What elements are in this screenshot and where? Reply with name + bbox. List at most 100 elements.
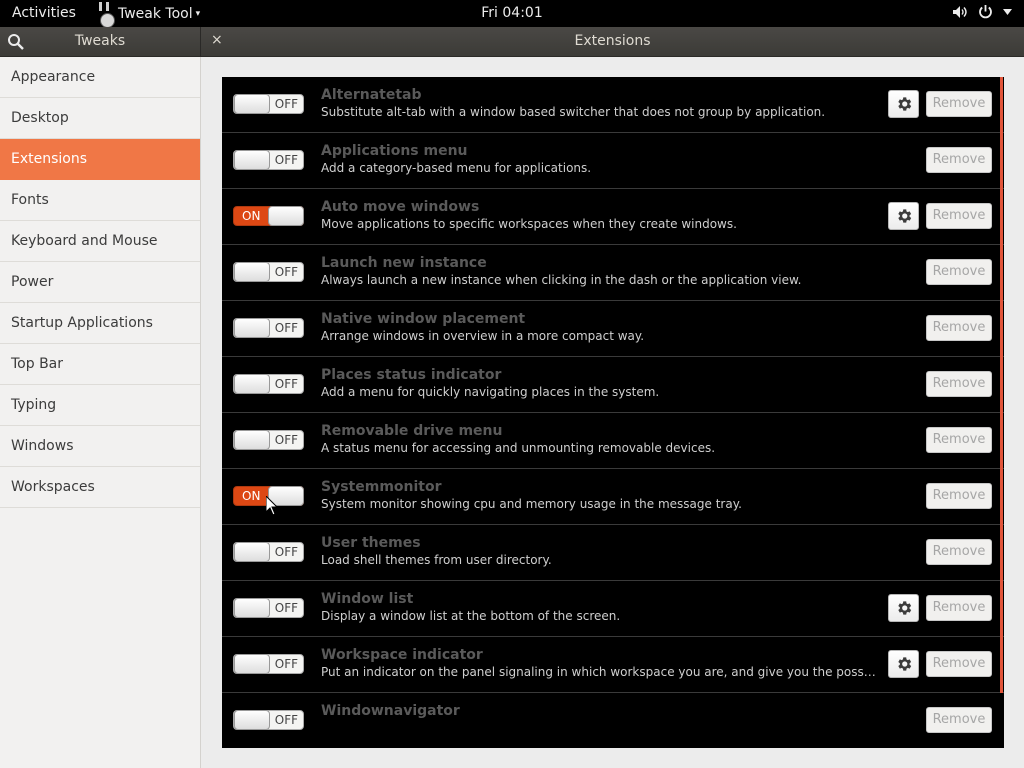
- remove-extension-button[interactable]: Remove: [926, 651, 992, 677]
- gear-icon: [895, 655, 913, 673]
- extension-description: Move applications to specific workspaces…: [321, 217, 737, 231]
- extension-description: Add a category-based menu for applicatio…: [321, 161, 592, 175]
- extension-settings-button[interactable]: [888, 594, 919, 622]
- switch-knob[interactable]: [234, 598, 270, 618]
- switch-knob[interactable]: [268, 206, 304, 226]
- volume-icon[interactable]: [952, 5, 968, 19]
- extension-description: Display a window list at the bottom of t…: [321, 609, 621, 623]
- switch-state-label: OFF: [274, 377, 298, 391]
- remove-extension-button[interactable]: Remove: [926, 427, 992, 453]
- remove-extension-button[interactable]: Remove: [926, 707, 992, 733]
- switch-knob[interactable]: [234, 374, 270, 394]
- extension-row: ON Auto move windows Move applications to …: [222, 189, 1004, 245]
- sidebar-item-top-bar[interactable]: Top Bar: [0, 344, 200, 385]
- switch-knob[interactable]: [234, 94, 270, 114]
- gear-icon: [895, 207, 913, 225]
- remove-extension-button[interactable]: Remove: [926, 147, 992, 173]
- extension-name: Removable drive menu: [321, 423, 503, 439]
- search-icon[interactable]: [7, 33, 25, 51]
- extension-description: Add a menu for quickly navigating places…: [321, 385, 660, 399]
- remove-extension-button[interactable]: Remove: [926, 539, 992, 565]
- extension-settings-button[interactable]: [888, 650, 919, 678]
- sidebar-item-power[interactable]: Power: [0, 262, 200, 303]
- sidebar-item-extensions[interactable]: Extensions: [0, 139, 200, 180]
- extension-row: OFF Windownavigator Remove: [222, 693, 1004, 748]
- extension-name: Places status indicator: [321, 367, 502, 383]
- clock[interactable]: Fri 04:01: [481, 5, 542, 21]
- extension-toggle-switch[interactable]: OFF: [233, 318, 304, 338]
- sidebar-item-appearance[interactable]: Appearance: [0, 57, 200, 98]
- extension-description: Put an indicator on the panel signaling …: [321, 665, 876, 679]
- extension-name: Native window placement: [321, 311, 526, 327]
- gnome-top-bar: Activities Tweak Tool ▾ Fri 04:01: [0, 0, 1024, 28]
- extension-name: Applications menu: [321, 143, 468, 159]
- extension-toggle-switch[interactable]: OFF: [233, 262, 304, 282]
- switch-knob[interactable]: [234, 430, 270, 450]
- sidebar-header: Tweaks: [0, 27, 200, 56]
- tweak-tool-app-icon: [96, 0, 124, 28]
- extension-toggle-switch[interactable]: OFF: [233, 430, 304, 450]
- gear-icon: [895, 95, 913, 113]
- extension-settings-button[interactable]: [888, 90, 919, 118]
- extension-toggle-switch[interactable]: OFF: [233, 150, 304, 170]
- extension-row: OFF Window list Display a window list at t…: [222, 581, 1004, 637]
- app-menu-arrow-icon: ▾: [195, 8, 201, 19]
- extension-toggle-switch[interactable]: OFF: [233, 542, 304, 562]
- sidebar-item-startup-applications[interactable]: Startup Applications: [0, 303, 200, 344]
- extension-row: OFF Native window placement Arrange window…: [222, 301, 1004, 357]
- remove-extension-button[interactable]: Remove: [926, 91, 992, 117]
- gear-icon: [895, 599, 913, 617]
- remove-extension-button[interactable]: Remove: [926, 483, 992, 509]
- extension-row: OFF Removable drive menu A status menu for…: [222, 413, 1004, 469]
- sidebar-item-fonts[interactable]: Fonts: [0, 180, 200, 221]
- switch-knob[interactable]: [234, 318, 270, 338]
- switch-knob[interactable]: [234, 150, 270, 170]
- extension-toggle-switch[interactable]: OFF: [233, 94, 304, 114]
- sidebar-title: Tweaks: [74, 33, 126, 49]
- switch-knob[interactable]: [234, 710, 270, 730]
- switch-state-label: OFF: [274, 97, 298, 111]
- extension-row: OFF User themes Load shell themes from use…: [222, 525, 1004, 581]
- extension-name: Windownavigator: [321, 703, 460, 719]
- app-menu[interactable]: Tweak Tool ▾: [96, 0, 201, 28]
- switch-knob[interactable]: [234, 654, 270, 674]
- extension-toggle-switch[interactable]: OFF: [233, 598, 304, 618]
- switch-state-label: OFF: [274, 153, 298, 167]
- extension-description: A status menu for accessing and unmounti…: [321, 441, 716, 455]
- extensions-list: OFF Alternatetab Substitute alt-tab with a…: [222, 77, 1004, 748]
- remove-extension-button[interactable]: Remove: [926, 595, 992, 621]
- extension-toggle-switch[interactable]: OFF: [233, 374, 304, 394]
- power-icon[interactable]: [978, 4, 993, 19]
- switch-knob[interactable]: [234, 542, 270, 562]
- sidebar-item-desktop[interactable]: Desktop: [0, 98, 200, 139]
- extension-toggle-switch[interactable]: ON: [233, 206, 304, 226]
- switch-knob[interactable]: [234, 262, 270, 282]
- system-tray[interactable]: [952, 4, 1012, 19]
- switch-knob[interactable]: [268, 486, 304, 506]
- sidebar-item-workspaces[interactable]: Workspaces: [0, 467, 200, 508]
- page-title: Extensions: [574, 33, 651, 49]
- app-menu-label: Tweak Tool: [118, 5, 193, 22]
- sidebar-item-typing[interactable]: Typing: [0, 385, 200, 426]
- chevron-down-icon[interactable]: [1003, 8, 1012, 15]
- switch-state-label: OFF: [274, 601, 298, 615]
- activities-button[interactable]: Activities: [12, 5, 76, 21]
- extension-row: OFF Launch new instance Always launch a ne…: [222, 245, 1004, 301]
- extension-description: Always launch a new instance when clicki…: [321, 273, 802, 287]
- remove-extension-button[interactable]: Remove: [926, 371, 992, 397]
- extension-toggle-switch[interactable]: OFF: [233, 654, 304, 674]
- extension-toggle-switch[interactable]: ON: [233, 486, 304, 506]
- remove-extension-button[interactable]: Remove: [926, 259, 992, 285]
- remove-extension-button[interactable]: Remove: [926, 203, 992, 229]
- extension-name: User themes: [321, 535, 421, 551]
- extension-row: OFF Workspace indicator Put an indicator o…: [222, 637, 1004, 693]
- sidebar-item-keyboard-and-mouse[interactable]: Keyboard and Mouse: [0, 221, 200, 262]
- extension-toggle-switch[interactable]: OFF: [233, 710, 304, 730]
- sidebar-item-windows[interactable]: Windows: [0, 426, 200, 467]
- extension-description: Substitute alt-tab with a window based s…: [321, 105, 826, 119]
- extension-settings-button[interactable]: [888, 202, 919, 230]
- remove-extension-button[interactable]: Remove: [926, 315, 992, 341]
- extension-name: Auto move windows: [321, 199, 480, 215]
- extension-description: Arrange windows in overview in a more co…: [321, 329, 645, 343]
- extension-name: Systemmonitor: [321, 479, 442, 495]
